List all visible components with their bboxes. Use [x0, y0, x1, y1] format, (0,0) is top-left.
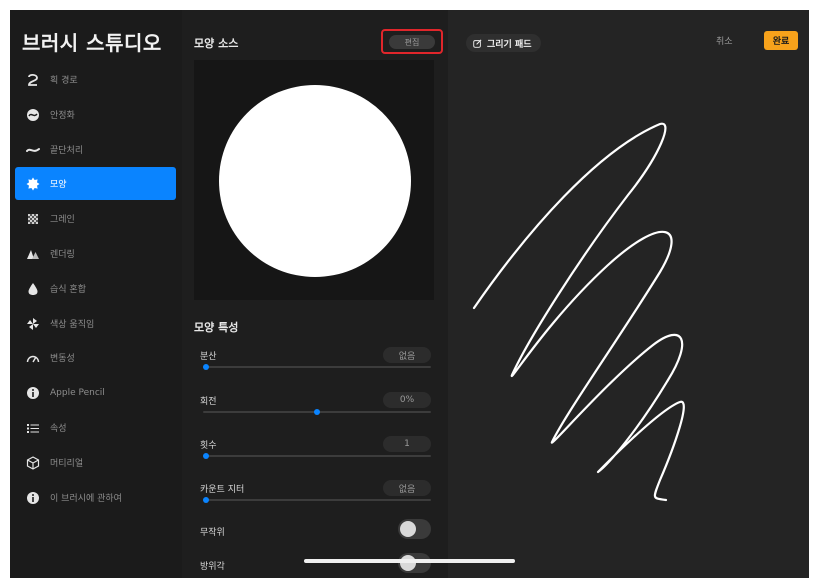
wet-mix-icon: [26, 282, 40, 296]
sidebar-item-taper[interactable]: 끝단처리: [15, 133, 176, 166]
sidebar-item-label: 변동성: [50, 354, 75, 364]
home-indicator: [304, 559, 515, 563]
apple-pencil-icon: [26, 386, 40, 400]
grain-icon: [26, 212, 40, 226]
stroke-path-icon: [26, 73, 40, 87]
color-dynamics-icon: [26, 317, 40, 331]
slider-label: 분산: [200, 352, 217, 362]
slider-value[interactable]: 0%: [383, 392, 431, 408]
slider-thumb[interactable]: [203, 453, 209, 459]
sidebar-item-label: Apple Pencil: [50, 387, 105, 398]
sidebar-item-grain[interactable]: 그레인: [15, 202, 176, 235]
shape-source-preview[interactable]: [194, 60, 434, 300]
slider-value[interactable]: 1: [383, 436, 431, 452]
sidebar-item-wet-mix[interactable]: 습식 혼합: [15, 272, 176, 305]
shape-icon: [26, 177, 40, 191]
properties-icon: [26, 421, 40, 435]
rendering-icon: [26, 247, 40, 261]
count-jitter-slider[interactable]: [203, 497, 431, 503]
stabilization-icon: [26, 108, 40, 122]
about-icon: [26, 491, 40, 505]
edit-highlight-box: 편집: [381, 29, 443, 54]
rotation-slider-row: 회전 0%: [200, 392, 431, 430]
sidebar: 브러시 스튜디오 획 경로 안정화 끝단처리 모양 그레인 렌더링 습식 혼합 …: [10, 10, 182, 578]
sidebar-item-label: 속성: [50, 424, 67, 434]
rotation-slider[interactable]: [203, 409, 431, 415]
shape-settings-panel: 모양 소스 편집 모양 특성 분산 없음 회전 0% 횟수 1 카운트 지터 없…: [182, 10, 448, 578]
brush-studio-window: 브러시 스튜디오 획 경로 안정화 끝단처리 모양 그레인 렌더링 습식 혼합 …: [10, 10, 809, 578]
sidebar-item-stroke-path[interactable]: 획 경로: [15, 63, 176, 96]
sidebar-item-label: 머티리얼: [50, 459, 84, 469]
sidebar-item-label: 습식 혼합: [50, 285, 86, 295]
sidebar-item-label: 획 경로: [50, 76, 78, 86]
sidebar-item-dynamics[interactable]: 변동성: [15, 341, 176, 374]
toggle-label: 방위각: [200, 562, 225, 572]
scatter-slider[interactable]: [203, 364, 431, 370]
sidebar-item-rendering[interactable]: 렌더링: [15, 237, 176, 270]
sidebar-item-label: 모양: [50, 180, 67, 190]
edit-button[interactable]: 편집: [389, 35, 435, 49]
slider-thumb[interactable]: [314, 409, 320, 415]
materials-icon: [26, 455, 40, 470]
sidebar-item-label: 이 브러시에 관하여: [50, 494, 122, 504]
toggle-knob: [400, 555, 416, 571]
slider-value[interactable]: 없음: [383, 347, 431, 363]
shape-properties-title: 모양 특성: [194, 321, 239, 334]
randomized-toggle-row: 무작위: [200, 519, 431, 549]
slider-label: 카운트 지터: [200, 485, 245, 495]
sidebar-item-about[interactable]: 이 브러시에 관하여: [15, 481, 176, 514]
slider-thumb[interactable]: [203, 364, 209, 370]
drawing-pad[interactable]: 그리기 패드 취소 완료: [448, 10, 809, 578]
sidebar-item-shape[interactable]: 모양: [15, 167, 176, 200]
randomized-toggle[interactable]: [398, 519, 431, 539]
shape-circle: [219, 85, 411, 277]
sidebar-item-label: 안정화: [50, 111, 75, 121]
sidebar-item-label: 렌더링: [50, 250, 75, 260]
sidebar-item-label: 그레인: [50, 215, 75, 225]
sidebar-item-label: 끝단처리: [50, 146, 84, 156]
dynamics-icon: [26, 351, 40, 365]
sidebar-item-stabilization[interactable]: 안정화: [15, 98, 176, 131]
studio-title: 브러시 스튜디오: [22, 31, 162, 55]
sidebar-item-properties[interactable]: 속성: [15, 411, 176, 444]
slider-thumb[interactable]: [203, 497, 209, 503]
slider-value[interactable]: 없음: [383, 480, 431, 496]
toggle-label: 무작위: [200, 528, 225, 538]
sidebar-item-color-dynamics[interactable]: 색상 움직임: [15, 307, 176, 340]
taper-icon: [26, 143, 40, 157]
count-slider-row: 횟수 1: [200, 436, 431, 474]
count-jitter-slider-row: 카운트 지터 없음: [200, 480, 431, 518]
shape-source-title: 모양 소스: [194, 37, 239, 50]
sidebar-item-apple-pencil[interactable]: Apple Pencil: [15, 376, 176, 409]
slider-label: 횟수: [200, 441, 217, 451]
brush-stroke-preview: [472, 122, 685, 502]
count-slider[interactable]: [203, 453, 431, 459]
sidebar-item-label: 색상 움직임: [50, 320, 95, 330]
toggle-knob: [400, 521, 416, 537]
azimuth-toggle[interactable]: [398, 553, 431, 573]
sidebar-item-materials[interactable]: 머티리얼: [15, 446, 176, 479]
slider-label: 회전: [200, 397, 217, 407]
scatter-slider-row: 분산 없음: [200, 347, 431, 385]
